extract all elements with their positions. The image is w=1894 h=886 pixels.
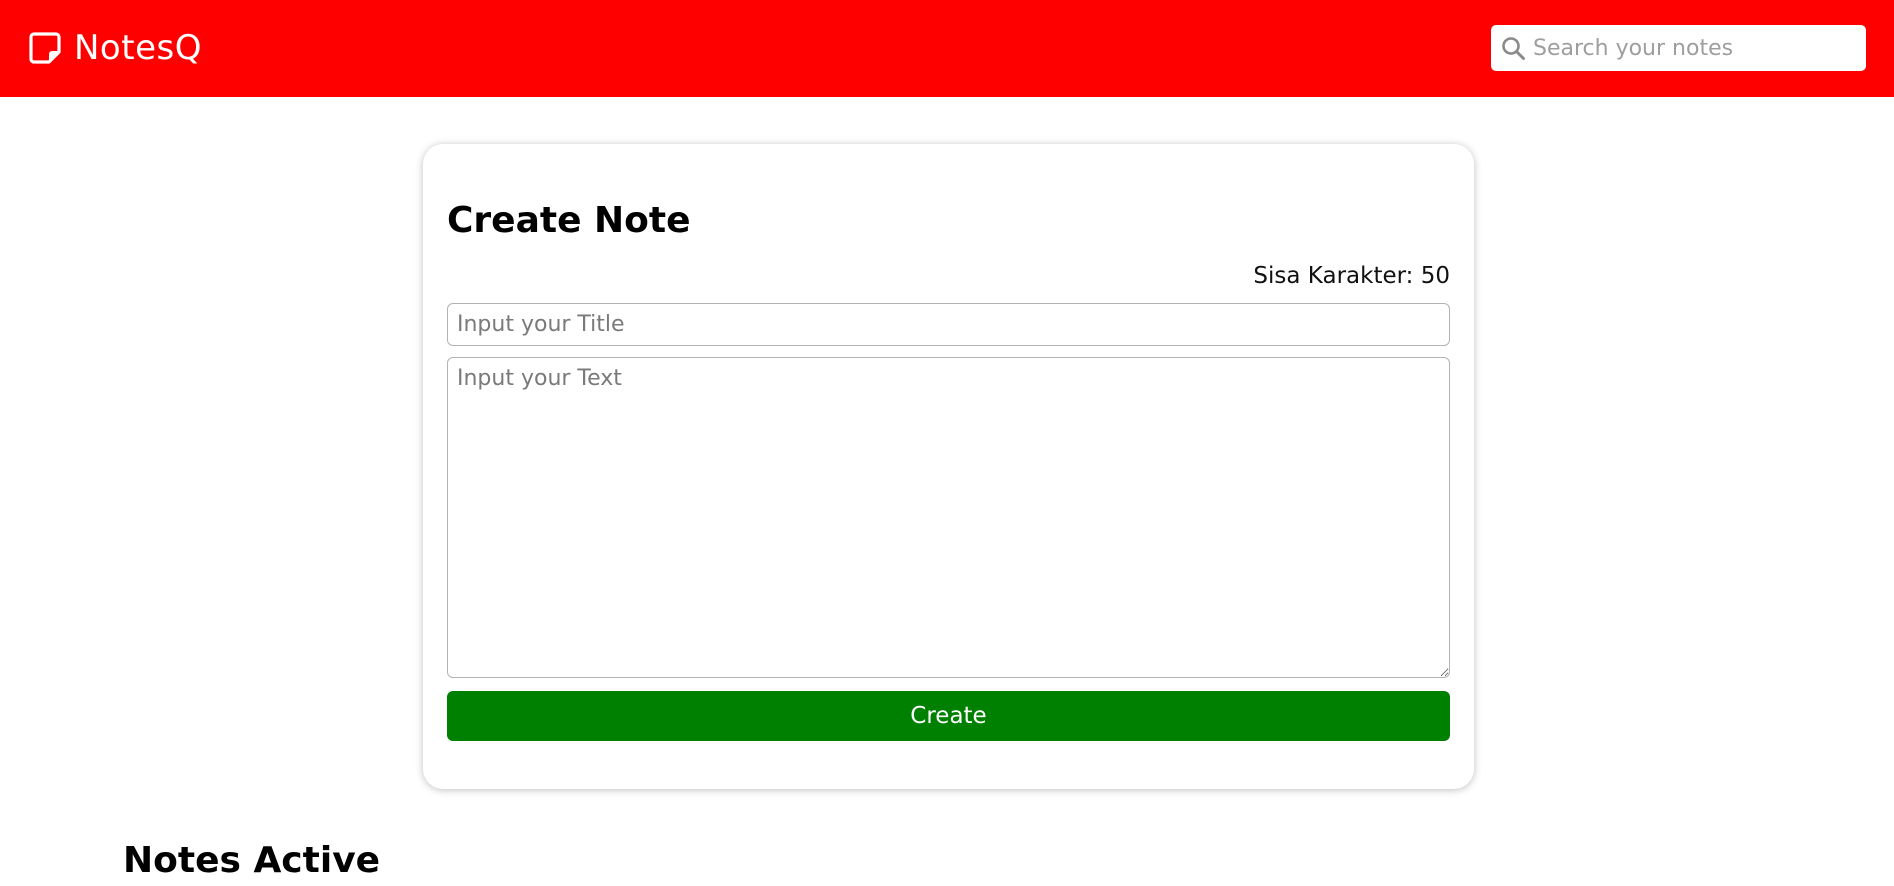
notes-active-heading: Notes Active — [123, 840, 381, 881]
app-header: NotesQ — [0, 0, 1894, 97]
note-text-input[interactable] — [447, 357, 1450, 678]
create-note-title: Create Note — [447, 200, 691, 241]
search-input[interactable] — [1533, 25, 1858, 71]
search-box[interactable] — [1491, 25, 1866, 71]
app-name: NotesQ — [74, 28, 202, 68]
sticky-note-icon — [28, 31, 62, 65]
create-note-card: Create Note Sisa Karakter: 50 Create — [423, 144, 1474, 789]
note-title-input[interactable] — [447, 303, 1450, 346]
remaining-characters: Sisa Karakter: 50 — [1253, 263, 1450, 289]
create-button[interactable]: Create — [447, 691, 1450, 741]
brand[interactable]: NotesQ — [28, 26, 202, 70]
